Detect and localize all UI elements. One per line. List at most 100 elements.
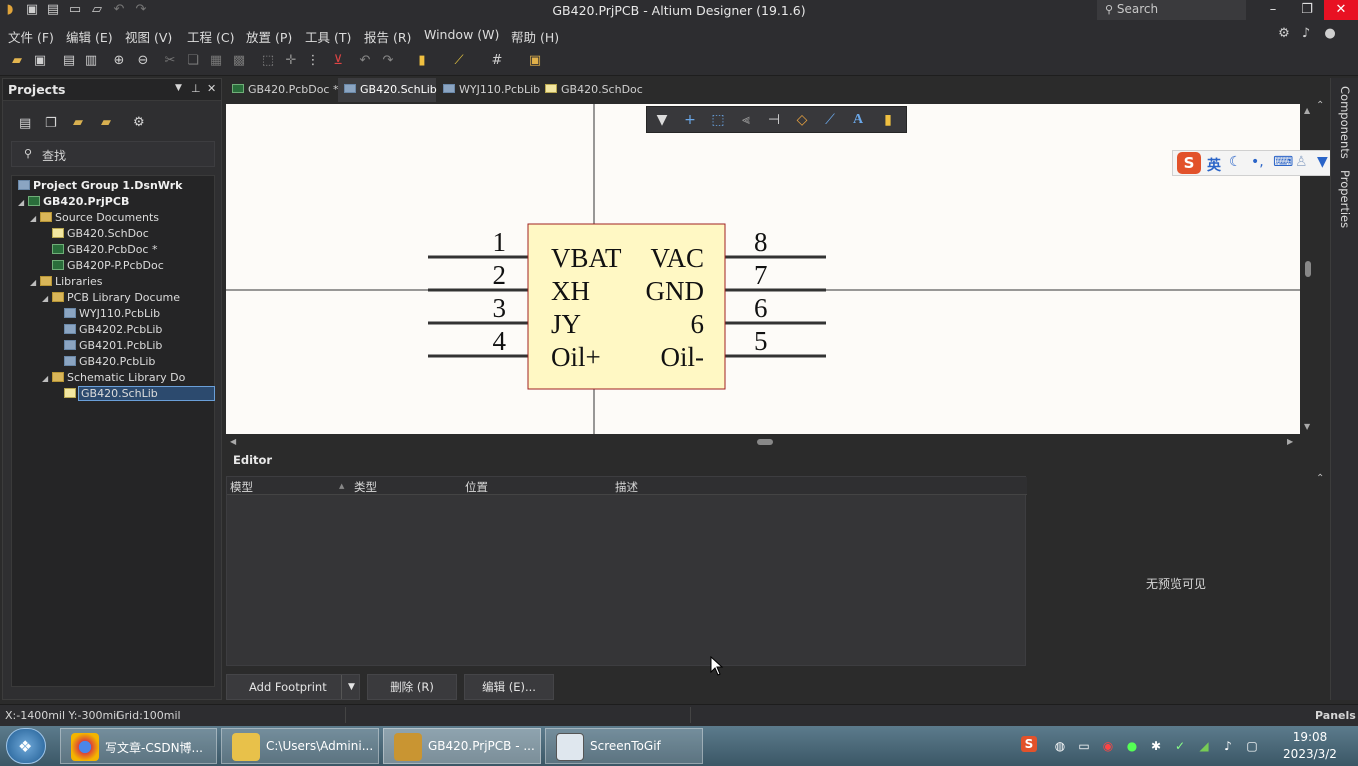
tray-volume-icon[interactable]: ♪ [1220,738,1236,754]
pin-icon[interactable]: ⊥ [191,82,201,95]
start-button[interactable]: ❖ [6,728,46,764]
tree-node[interactable]: GB420.SchDoc [42,226,149,241]
project-search-field[interactable]: ⚲ 查找 [11,141,215,167]
taskbar-item-explorer[interactable]: C:\Users\Admini... [221,728,379,764]
crosshair-icon[interactable]: + [681,112,699,128]
components-panel-tab[interactable]: Components [1338,86,1352,159]
expand-arrow-icon[interactable]: ◢ [42,291,52,306]
save-project-icon[interactable]: ▤ [19,116,31,131]
tree-node[interactable]: GB420.PcbDoc * [42,242,157,257]
open-document-icon[interactable]: ▰ [9,53,25,69]
tab-gb420-schlib[interactable]: GB420.SchLib [338,78,437,102]
add-file-icon[interactable]: ▰ [101,115,111,130]
component-wizard-icon[interactable]: ⟋ [451,53,467,69]
tree-node[interactable]: Project Group 1.DsnWrk [16,178,182,193]
panel-menu-icon[interactable]: ▼ [175,83,182,93]
menu-edit[interactable]: 编辑 (E) [66,27,113,46]
edit-button[interactable]: 编辑 (E)... [464,674,554,700]
clear-filter-icon[interactable]: ⊻ [330,53,346,69]
column-model[interactable]: 模型 [230,479,253,495]
toolbar-redo-icon[interactable]: ↷ [380,53,396,69]
account-icon[interactable]: ● [1322,26,1338,42]
tray-network-globe-icon[interactable]: ◍ [1052,738,1068,754]
zoom-out-icon[interactable]: ⊖ [135,53,151,69]
model-grid[interactable]: 模型 ▲ 类型 位置 描述 [226,476,1027,666]
taskbar-item-screentogif[interactable]: ScreenToGif [545,728,703,764]
add-footprint-button[interactable]: Add Footprint ▼ [226,674,360,700]
copy-icon[interactable]: ❏ [185,53,201,69]
menu-tools[interactable]: 工具 (T) [305,27,351,46]
clock-date[interactable]: 2023/3/2 [1270,747,1350,761]
filter-icon[interactable]: ▼ [653,112,671,128]
select-menu-icon[interactable]: ⋮ [305,53,321,69]
paste-icon[interactable]: ▦ [208,53,224,69]
compile-icon[interactable]: ❐ [45,116,57,131]
restore-button[interactable]: ❐ [1290,0,1324,20]
tree-node[interactable]: ◢ GB420.PrjPCB [18,194,129,209]
editor-collapse-icon[interactable]: ⌃ [1316,473,1324,484]
tray-music-icon[interactable]: ◉ [1100,738,1116,754]
add-project-icon[interactable]: ▰ [73,115,83,130]
toolbar-undo-icon[interactable]: ↶ [357,53,373,69]
place-line-icon[interactable]: ⟋ [821,112,839,128]
cut-icon[interactable]: ✂ [162,53,178,69]
scroll-right-icon[interactable]: ▶ [1287,437,1293,446]
print-icon[interactable]: ▤ [61,53,77,69]
tree-node[interactable]: ◢ Libraries [30,274,103,289]
project-options-icon[interactable]: ⚙ [133,115,145,130]
tab-wyj110-pcblib[interactable]: WYJ110.PcbLib [437,78,541,102]
ime-mode[interactable]: 英 [1207,155,1221,175]
grid-icon[interactable]: # [489,53,505,69]
tree-node[interactable]: GB420P-P.PcbDoc [42,258,164,273]
keyboard-icon[interactable]: ⌨ [1273,154,1293,170]
tree-node[interactable]: GB420.SchLib [54,386,215,401]
panels-button[interactable]: Panels [1315,709,1356,722]
moon-icon[interactable]: ☾ [1229,154,1242,170]
expand-arrow-icon[interactable]: ◢ [42,371,52,386]
move-icon[interactable]: ✛ [283,53,299,69]
tray-wechat-icon[interactable]: ● [1124,738,1140,754]
horizontal-scroll-thumb[interactable] [757,439,773,445]
search-box[interactable]: ⚲ Search [1097,0,1246,20]
expand-arrow-icon[interactable]: ◢ [18,195,28,210]
zoom-in-icon[interactable]: ⊕ [111,53,127,69]
dropdown-arrow-icon[interactable]: ▼ [341,675,361,699]
tray-bluetooth-icon[interactable]: ✱ [1148,738,1164,754]
voice-icon[interactable]: ♙ [1295,154,1308,170]
tray-security-icon[interactable]: ✓ [1172,738,1188,754]
collapse-up-icon[interactable]: ⌃ [1316,100,1324,111]
punctuation-icon[interactable]: •, [1251,154,1264,170]
taskbar-item-chrome[interactable]: 写文章-CSDN博... [60,728,217,764]
vertical-scroll-thumb[interactable] [1305,261,1311,277]
clock-time[interactable]: 19:08 [1270,730,1350,744]
tab-gb420-pcbdoc[interactable]: GB420.PcbDoc * [226,78,338,102]
settings-icon[interactable]: ⚙ [1276,26,1292,42]
place-pin-icon[interactable]: ⊣ [765,112,783,128]
properties-panel-tab[interactable]: Properties [1338,170,1352,228]
save-doc-icon[interactable]: ▣ [32,53,48,69]
menu-place[interactable]: 放置 (P) [246,27,292,46]
close-button[interactable]: ✕ [1324,0,1358,20]
place-shape-icon[interactable]: ◇ [793,112,811,128]
delete-button[interactable]: 删除 (R) [367,674,457,700]
column-location[interactable]: 位置 [465,479,488,495]
tree-node[interactable]: WYJ110.PcbLib [54,306,160,321]
panel-close-icon[interactable]: ✕ [207,82,216,95]
tray-sogou-icon[interactable]: S [1021,736,1037,752]
minimize-button[interactable]: – [1256,0,1290,20]
rubber-stamp-icon[interactable]: ▩ [231,53,247,69]
tab-gb420-schdoc[interactable]: GB420.SchDoc [539,78,649,102]
horizontal-scrollbar[interactable]: ◀ ▶ [226,434,1300,450]
menu-window[interactable]: Window (W) [424,27,499,42]
column-type[interactable]: 类型 [354,479,377,495]
menu-project[interactable]: 工程 (C) [187,27,234,46]
notifications-icon[interactable]: ♪ [1298,26,1314,42]
tray-action-center-icon[interactable]: ▢ [1244,738,1260,754]
scroll-up-icon[interactable]: ▲ [1304,106,1310,115]
scroll-left-icon[interactable]: ◀ [230,437,236,446]
place-part-active-icon[interactable]: ▮ [879,112,897,128]
menu-reports[interactable]: 报告 (R) [364,27,411,46]
menu-help[interactable]: 帮助 (H) [511,27,559,46]
schematic-canvas[interactable]: 1 2 3 4 8 7 6 5 VBAT XH JY Oil+ VAC GND … [226,104,1300,434]
place-part-icon[interactable]: ▮ [414,53,430,69]
